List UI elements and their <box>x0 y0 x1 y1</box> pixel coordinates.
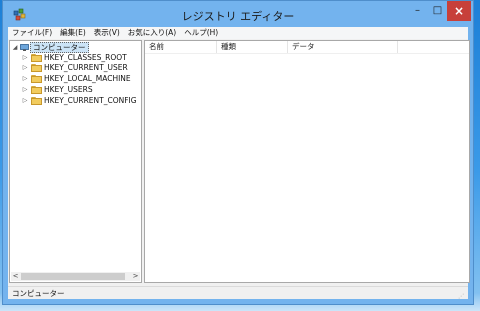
tree-item-label: HKEY_USERS <box>44 85 93 94</box>
folder-icon <box>31 97 42 105</box>
column-header-type[interactable]: 種類 <box>217 41 288 53</box>
tree-item-hklm[interactable]: ▷ HKEY_LOCAL_MACHINE <box>10 73 140 84</box>
window-content: ファイル(F) 編集(E) 表示(V) お気に入り(A) ヘルプ(H) ◢ コン… <box>2 0 474 305</box>
folder-icon <box>31 75 42 83</box>
tree-item-label: HKEY_CURRENT_CONFIG <box>44 96 137 105</box>
scroll-right-icon[interactable]: > <box>131 272 140 281</box>
tree-item-hkcu[interactable]: ▷ HKEY_CURRENT_USER <box>10 62 140 73</box>
expand-arrow-icon[interactable]: ▷ <box>21 95 29 106</box>
header-divider <box>145 53 469 54</box>
scroll-left-icon[interactable]: < <box>11 272 20 281</box>
folder-icon <box>31 86 42 94</box>
menu-file[interactable]: ファイル(F) <box>8 27 56 39</box>
scroll-thumb[interactable] <box>21 273 125 280</box>
folder-icon <box>31 54 42 62</box>
tree-item-label: HKEY_LOCAL_MACHINE <box>44 74 131 83</box>
expand-arrow-icon[interactable]: ▷ <box>21 62 29 73</box>
column-header-data[interactable]: データ <box>288 41 398 53</box>
folder-icon <box>31 64 42 72</box>
expand-arrow-icon[interactable]: ▷ <box>21 84 29 95</box>
menu-favorites[interactable]: お気に入り(A) <box>124 27 180 39</box>
values-list[interactable]: 名前 種類 データ <box>144 40 470 283</box>
tree-item-hku[interactable]: ▷ HKEY_USERS <box>10 84 140 95</box>
menu-bar: ファイル(F) 編集(E) 表示(V) お気に入り(A) ヘルプ(H) <box>8 27 468 39</box>
horizontal-scrollbar[interactable]: < > <box>11 272 140 281</box>
resize-grip-icon[interactable]: ⋰ <box>458 290 466 300</box>
expand-arrow-icon[interactable]: ▷ <box>21 73 29 84</box>
menu-view[interactable]: 表示(V) <box>90 27 124 39</box>
computer-icon <box>20 44 29 51</box>
client-area: ◢ コンピューター ▷ HKEY_CLASSES_ROOT ▷ HKEY_CUR… <box>8 39 470 286</box>
status-bar: コンピューター ⋰ <box>8 286 468 300</box>
tree-item-hkcc[interactable]: ▷ HKEY_CURRENT_CONFIG <box>10 95 140 106</box>
tree-item-label: HKEY_CURRENT_USER <box>44 63 128 72</box>
menu-edit[interactable]: 編集(E) <box>56 27 90 39</box>
status-path: コンピューター <box>12 289 65 298</box>
registry-tree[interactable]: ◢ コンピューター ▷ HKEY_CLASSES_ROOT ▷ HKEY_CUR… <box>9 40 142 283</box>
menu-help[interactable]: ヘルプ(H) <box>180 27 222 39</box>
column-header-name[interactable]: 名前 <box>145 41 217 53</box>
